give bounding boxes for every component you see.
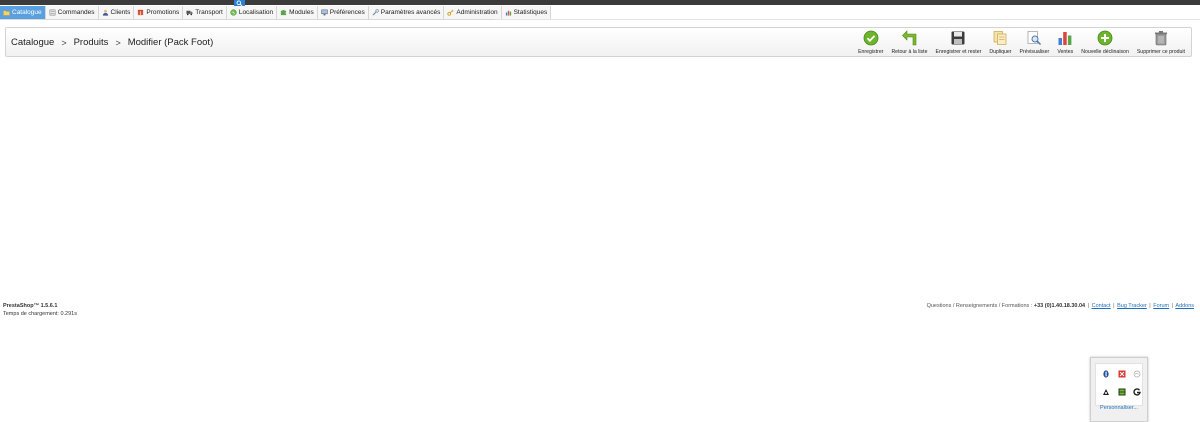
back-to-list-button[interactable]: Retour à la liste bbox=[887, 30, 931, 55]
duplicate-label: Dupliquer bbox=[989, 49, 1012, 55]
duplicate-button[interactable]: Dupliquer bbox=[985, 30, 1015, 55]
menu-item-label: Clients bbox=[110, 9, 131, 16]
orders-icon bbox=[49, 9, 56, 16]
check-icon bbox=[863, 30, 879, 46]
menu-item-promotions[interactable]: Promotions bbox=[134, 6, 184, 19]
contact-link[interactable]: Contact bbox=[1092, 303, 1111, 309]
menu-item-label: Préférences bbox=[329, 9, 365, 16]
sales-button[interactable]: Ventes bbox=[1053, 30, 1077, 55]
wrench-icon bbox=[372, 9, 379, 16]
new-combination-label: Nouvelle déclinaison bbox=[1081, 49, 1129, 55]
menu-item-label: Transport bbox=[195, 9, 223, 16]
trash-icon bbox=[1153, 30, 1169, 46]
customer-icon bbox=[102, 9, 109, 16]
delete-product-button[interactable]: Supprimer ce produit bbox=[1133, 30, 1189, 55]
menu-item-administration[interactable]: Administration bbox=[444, 6, 502, 19]
support-text: Questions / Renseignements / Formations … bbox=[926, 303, 1033, 309]
addons-link[interactable]: Addons bbox=[1175, 303, 1194, 309]
menu-item-clients[interactable]: Clients bbox=[98, 6, 135, 19]
menu-item-label: Catalogue bbox=[12, 9, 42, 16]
menu-item-label: Administration bbox=[456, 9, 498, 16]
save-disk-icon bbox=[950, 30, 966, 46]
toolbar-buttons: Enregistrer Retour à la liste Enregistre… bbox=[854, 30, 1189, 55]
menu-item-label: Modules bbox=[289, 9, 314, 16]
back-to-list-label: Retour à la liste bbox=[891, 49, 928, 55]
save-and-stay-label: Enregistrer et rester bbox=[935, 49, 982, 55]
add-icon bbox=[1097, 30, 1113, 46]
globe-icon bbox=[230, 9, 237, 16]
menu-item-transport[interactable]: Transport bbox=[183, 6, 227, 19]
menu-item-modules[interactable]: Modules bbox=[277, 6, 318, 19]
footer-version-info: PrestaShop™ 1.5.6.1 Temps de chargement:… bbox=[3, 303, 77, 318]
monitor-icon bbox=[321, 9, 328, 16]
menu-bar-filler bbox=[495, 6, 1200, 20]
user-icon[interactable] bbox=[1102, 388, 1110, 396]
promotions-icon bbox=[137, 9, 144, 16]
menu-item-commandes[interactable]: Commandes bbox=[45, 6, 99, 19]
grid-icon[interactable] bbox=[1118, 388, 1126, 396]
breadcrumb-item[interactable]: Produits bbox=[74, 37, 109, 48]
g-icon[interactable] bbox=[1133, 388, 1141, 396]
new-combination-button[interactable]: Nouvelle déclinaison bbox=[1077, 30, 1133, 55]
cloud-icon[interactable] bbox=[1133, 370, 1141, 378]
page-title: Modifier (Pack Foot) bbox=[127, 37, 214, 48]
menu-item-parametres-avances[interactable]: Paramètres avancés bbox=[368, 6, 445, 19]
load-time-text: Temps de chargement: 0.291s bbox=[3, 310, 77, 317]
top-bar bbox=[0, 0, 1200, 5]
preview-button[interactable]: Prévisualiser bbox=[1016, 30, 1054, 55]
preview-label: Prévisualiser bbox=[1019, 49, 1050, 55]
bug-tracker-link[interactable]: Bug Tracker bbox=[1117, 303, 1147, 309]
menu-item-label: Promotions bbox=[146, 9, 180, 16]
folder-icon bbox=[3, 9, 10, 16]
menu-item-catalogue[interactable]: Catalogue bbox=[0, 6, 46, 19]
breadcrumb-item[interactable]: Catalogue bbox=[11, 37, 54, 48]
forum-link[interactable]: Forum bbox=[1153, 303, 1169, 309]
breadcrumb: Catalogue > Produits > Modifier (Pack Fo… bbox=[11, 37, 213, 48]
bookmark-icon[interactable] bbox=[1118, 370, 1126, 378]
version-text: PrestaShop™ 1.5.6.1 bbox=[3, 303, 58, 309]
bluetooth-icon[interactable] bbox=[1102, 370, 1110, 378]
page-toolbar: Catalogue > Produits > Modifier (Pack Fo… bbox=[5, 27, 1192, 57]
menu-item-label: Localisation bbox=[238, 9, 274, 16]
save-button-label: Enregistrer bbox=[858, 49, 884, 55]
breadcrumb-separator: > bbox=[115, 37, 121, 48]
key-icon bbox=[447, 9, 454, 16]
menu-item-label: Commandes bbox=[57, 9, 95, 16]
customize-link[interactable]: Personnaliser... bbox=[1091, 405, 1147, 411]
sales-chart-icon bbox=[1057, 30, 1073, 46]
truck-icon bbox=[186, 9, 193, 16]
footer-support: Questions / Renseignements / Formations … bbox=[926, 303, 1194, 309]
breadcrumb-separator: > bbox=[61, 37, 67, 48]
quick-access-widget: Personnaliser... bbox=[1090, 357, 1148, 422]
menu-item-localisation[interactable]: Localisation bbox=[226, 6, 278, 19]
widget-icon-panel bbox=[1095, 363, 1143, 406]
puzzle-icon bbox=[280, 9, 287, 16]
save-and-stay-button[interactable]: Enregistrer et rester bbox=[931, 30, 985, 55]
back-arrow-icon bbox=[901, 30, 917, 46]
main-menu: Catalogue Commandes Clients Promotions T… bbox=[0, 6, 552, 20]
sales-label: Ventes bbox=[1057, 49, 1074, 55]
menu-item-preferences[interactable]: Préférences bbox=[317, 6, 369, 19]
delete-product-label: Supprimer ce produit bbox=[1136, 49, 1185, 55]
menu-item-label: Paramètres avancés bbox=[380, 9, 441, 16]
preview-icon bbox=[1026, 30, 1042, 46]
support-phone: +33 (0)1.40.18.30.04 bbox=[1033, 303, 1086, 309]
duplicate-icon bbox=[992, 30, 1008, 46]
save-button[interactable]: Enregistrer bbox=[854, 30, 887, 55]
